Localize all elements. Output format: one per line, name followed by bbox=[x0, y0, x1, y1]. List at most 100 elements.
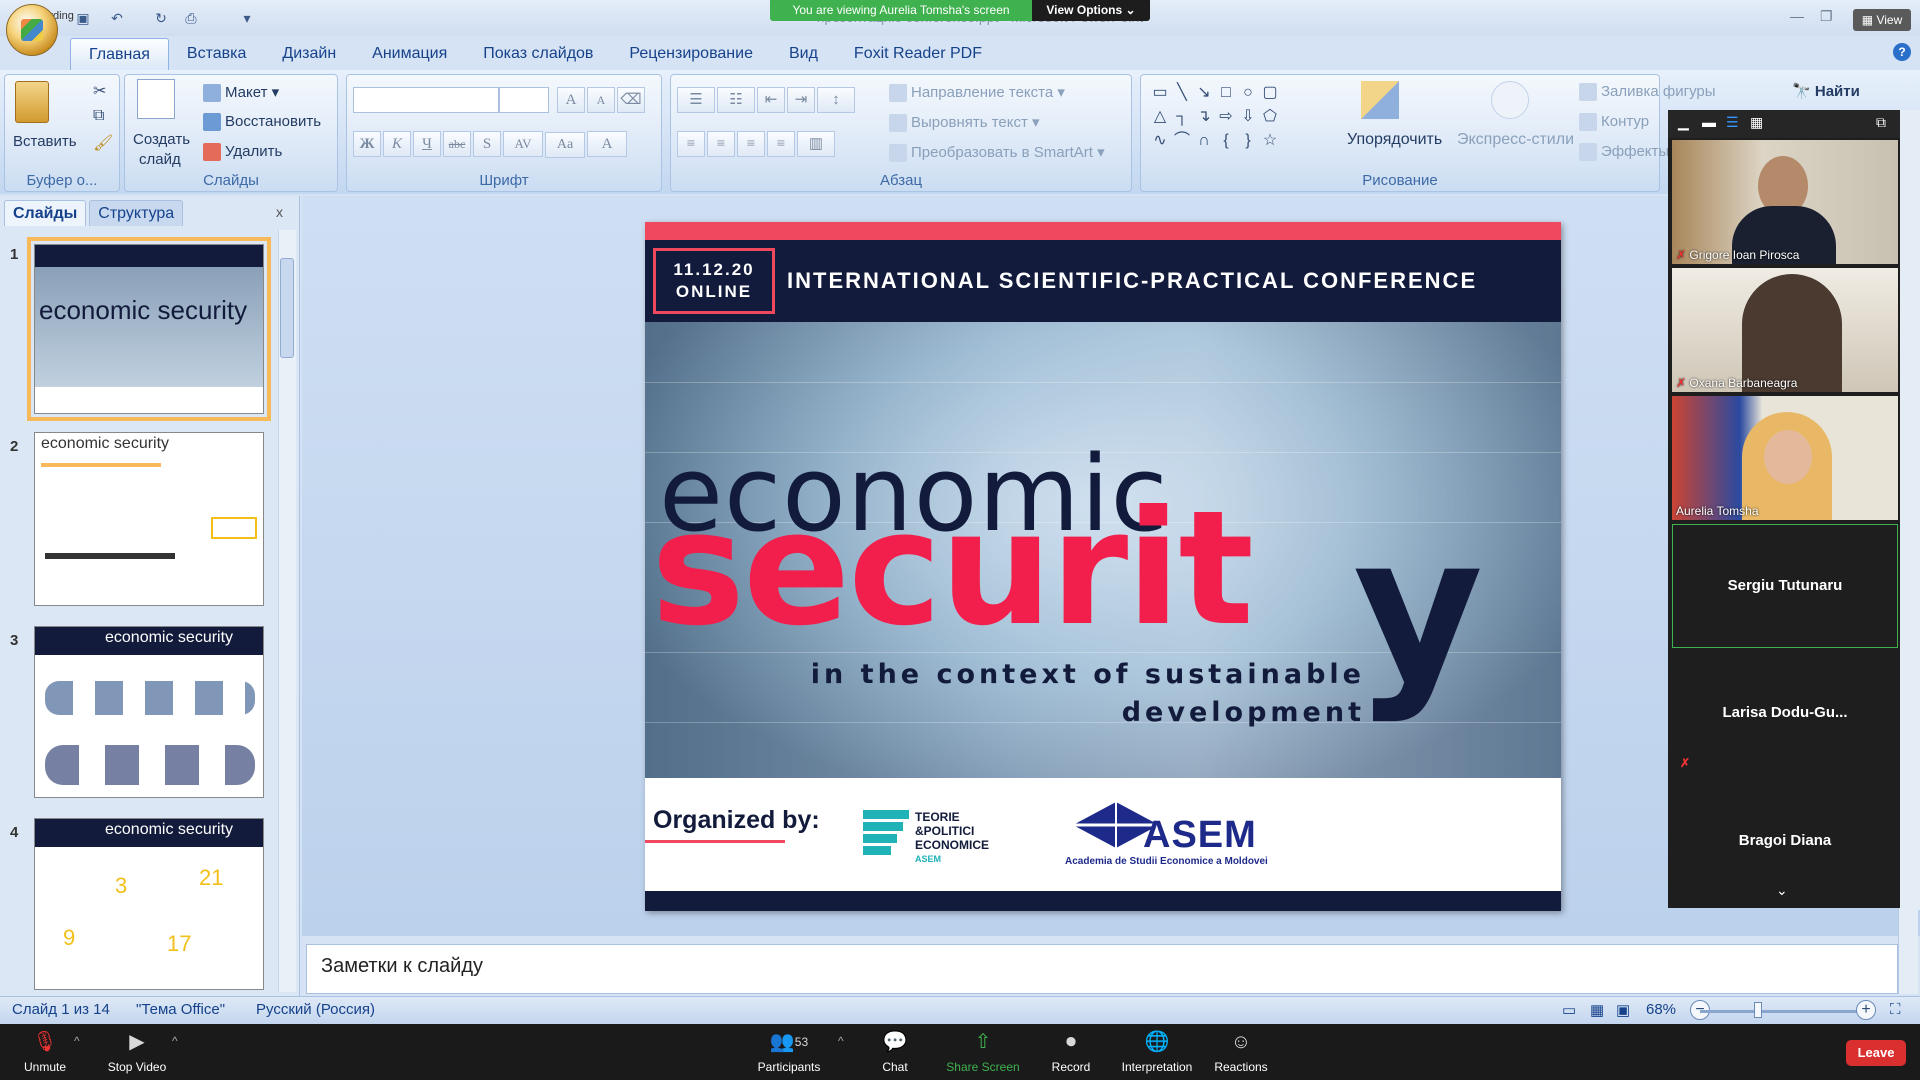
arrow-line-shape-icon[interactable]: ↘ bbox=[1193, 82, 1215, 104]
shape-outline-button[interactable]: Контур bbox=[1579, 113, 1649, 132]
save-icon[interactable]: ▣ bbox=[72, 8, 94, 28]
tab-review[interactable]: Рецензирование bbox=[611, 38, 771, 70]
chat-button[interactable]: 💬 Chat bbox=[850, 1030, 940, 1074]
restore-icon[interactable]: ❐ bbox=[1820, 8, 1833, 25]
right-arrow-shape-icon[interactable]: ⇨ bbox=[1215, 106, 1237, 128]
slide-thumbnail[interactable]: economic security bbox=[27, 237, 271, 421]
layout-button[interactable]: Макет ▾ bbox=[203, 83, 279, 103]
strike-button[interactable]: abc bbox=[443, 131, 471, 157]
shape-fill-button[interactable]: Заливка фигуры bbox=[1579, 83, 1716, 102]
participants-button[interactable]: 👥53 Participants bbox=[744, 1030, 834, 1074]
down-arrow-shape-icon[interactable]: ⇩ bbox=[1237, 106, 1259, 128]
pentagon-shape-icon[interactable]: ⬠ bbox=[1259, 106, 1281, 128]
clear-format-icon[interactable]: ⌫ bbox=[617, 87, 645, 113]
tab-slideshow[interactable]: Показ слайдов bbox=[465, 38, 611, 70]
slide-thumbnail[interactable]: economic security bbox=[34, 432, 264, 606]
align-left-icon[interactable]: ≡ bbox=[677, 131, 705, 157]
chevron-down-icon[interactable]: ⌄ bbox=[1776, 882, 1788, 899]
tab-foxit[interactable]: Foxit Reader PDF bbox=[836, 38, 1000, 70]
char-spacing-button[interactable]: AV bbox=[503, 131, 543, 157]
theme-name[interactable]: "Тема Office" bbox=[136, 1001, 225, 1018]
normal-view-icon[interactable]: ▭ bbox=[1562, 1001, 1576, 1019]
rectangle-shape-icon[interactable]: □ bbox=[1215, 82, 1237, 104]
line-spacing-icon[interactable]: ↕ bbox=[817, 87, 855, 113]
language[interactable]: Русский (Россия) bbox=[256, 1001, 375, 1018]
line-shape-icon[interactable]: ╲ bbox=[1171, 82, 1193, 104]
slide-thumbnail[interactable]: economic security 3 21 9 17 bbox=[34, 818, 264, 990]
grow-font-button[interactable]: A bbox=[557, 87, 585, 113]
elbow-shape-icon[interactable]: ┐ bbox=[1171, 106, 1193, 128]
interpretation-button[interactable]: 🌐 Interpretation bbox=[1112, 1030, 1202, 1074]
participant-video[interactable]: Aurelia Tomsha bbox=[1672, 396, 1898, 520]
decrease-indent-icon[interactable]: ⇤ bbox=[757, 87, 785, 113]
chevron-up-icon[interactable]: ^ bbox=[74, 1034, 80, 1048]
italic-button[interactable]: К bbox=[383, 131, 411, 157]
slideshow-view-icon[interactable]: ▣ bbox=[1616, 1001, 1630, 1019]
fit-slide-icon[interactable]: ⛶ bbox=[1890, 1001, 1901, 1018]
justify-icon[interactable]: ≡ bbox=[767, 131, 795, 157]
bullets-icon[interactable]: ☰ bbox=[677, 87, 715, 113]
popout-icon[interactable]: ⧉ bbox=[1876, 114, 1886, 131]
view-options-button[interactable]: View Options ⌄ bbox=[1032, 0, 1150, 21]
zoom-level[interactable]: 68% bbox=[1646, 1001, 1676, 1018]
thumbnail-view-icon[interactable]: ▬ bbox=[1702, 114, 1716, 130]
close-icon[interactable]: x bbox=[276, 204, 283, 220]
star-shape-icon[interactable]: ☆ bbox=[1259, 130, 1281, 152]
participant-video[interactable]: ✗ Oxana Barbaneagra bbox=[1672, 268, 1898, 392]
quick-styles-button[interactable]: Экспресс-стили bbox=[1457, 131, 1574, 149]
redo-icon[interactable]: ↻ bbox=[150, 8, 172, 28]
align-right-icon[interactable]: ≡ bbox=[737, 131, 765, 157]
tab-slides[interactable]: Слайды bbox=[4, 200, 87, 226]
font-size-combo[interactable] bbox=[499, 87, 549, 113]
numbering-icon[interactable]: ☷ bbox=[717, 87, 755, 113]
curve-shape-icon[interactable]: ∿ bbox=[1149, 130, 1171, 152]
notes-pane[interactable]: Заметки к слайду bbox=[306, 944, 1898, 994]
paste-button[interactable]: Вставить bbox=[13, 133, 77, 150]
triangle-shape-icon[interactable]: △ bbox=[1149, 106, 1171, 128]
left-brace-shape-icon[interactable]: { bbox=[1215, 130, 1237, 152]
delete-button[interactable]: Удалить bbox=[203, 143, 282, 162]
shape-effects-button[interactable]: Эффекты bbox=[1579, 143, 1669, 162]
share-screen-button[interactable]: ⇧ Share Screen bbox=[938, 1030, 1028, 1074]
chevron-up-icon[interactable]: ^ bbox=[172, 1034, 178, 1048]
zoom-in-icon[interactable]: + bbox=[1856, 1000, 1876, 1020]
print-icon[interactable]: ⎙ bbox=[180, 8, 202, 28]
find-button[interactable]: 🔭 Найти bbox=[1792, 82, 1860, 100]
leave-button[interactable]: Leave bbox=[1846, 1040, 1906, 1066]
shadow-button[interactable]: S bbox=[473, 131, 501, 157]
record-button[interactable]: ⏺ Record bbox=[1026, 1030, 1116, 1074]
elbow-arrow-shape-icon[interactable]: ↴ bbox=[1193, 106, 1215, 128]
freeform-shape-icon[interactable]: ∩ bbox=[1193, 130, 1215, 152]
smartart-button[interactable]: Преобразовать в SmartArt ▾ bbox=[889, 143, 1105, 163]
font-color-button[interactable]: A bbox=[587, 131, 627, 157]
increase-indent-icon[interactable]: ⇥ bbox=[787, 87, 815, 113]
help-icon[interactable]: ? bbox=[1893, 43, 1911, 61]
chevron-up-icon[interactable]: ^ bbox=[838, 1034, 844, 1048]
zoom-view-button[interactable]: ▦ View bbox=[1853, 9, 1911, 31]
scroll-thumb[interactable] bbox=[280, 258, 294, 358]
oval-shape-icon[interactable]: ○ bbox=[1237, 82, 1259, 104]
current-slide[interactable]: 11.12.20 ONLINE INTERNATIONAL SCIENTIFIC… bbox=[645, 222, 1561, 911]
new-slide-label[interactable]: Создать bbox=[133, 131, 190, 148]
participant-tile[interactable]: Sergiu Tutunaru bbox=[1672, 524, 1898, 648]
copy-icon[interactable]: ⧉ bbox=[93, 107, 104, 125]
zoom-slider-thumb[interactable] bbox=[1754, 1002, 1762, 1018]
text-direction-button[interactable]: Направление текста ▾ bbox=[889, 83, 1065, 103]
align-center-icon[interactable]: ≡ bbox=[707, 131, 735, 157]
font-name-combo[interactable] bbox=[353, 87, 499, 113]
tab-outline[interactable]: Структура bbox=[89, 200, 184, 226]
minimize-icon[interactable]: — bbox=[1790, 8, 1804, 24]
tab-animation[interactable]: Анимация bbox=[354, 38, 465, 70]
tab-design[interactable]: Дизайн bbox=[264, 38, 354, 70]
customize-qat-icon[interactable]: ▾ bbox=[236, 8, 258, 28]
gallery-scrollbar[interactable] bbox=[1900, 110, 1920, 910]
speaker-view-icon[interactable]: ☰ bbox=[1726, 114, 1739, 131]
change-case-button[interactable]: Aa bbox=[545, 132, 585, 158]
cut-icon[interactable]: ✂ bbox=[93, 81, 106, 101]
sorter-view-icon[interactable]: ▦ bbox=[1590, 1001, 1604, 1019]
shrink-font-button[interactable]: A bbox=[587, 87, 615, 113]
format-painter-icon[interactable]: 🖌 bbox=[93, 133, 113, 153]
slide-thumbnail[interactable]: economic security bbox=[34, 626, 264, 798]
underline-button[interactable]: Ч bbox=[413, 131, 441, 157]
undo-icon[interactable]: ↶ bbox=[106, 8, 128, 28]
